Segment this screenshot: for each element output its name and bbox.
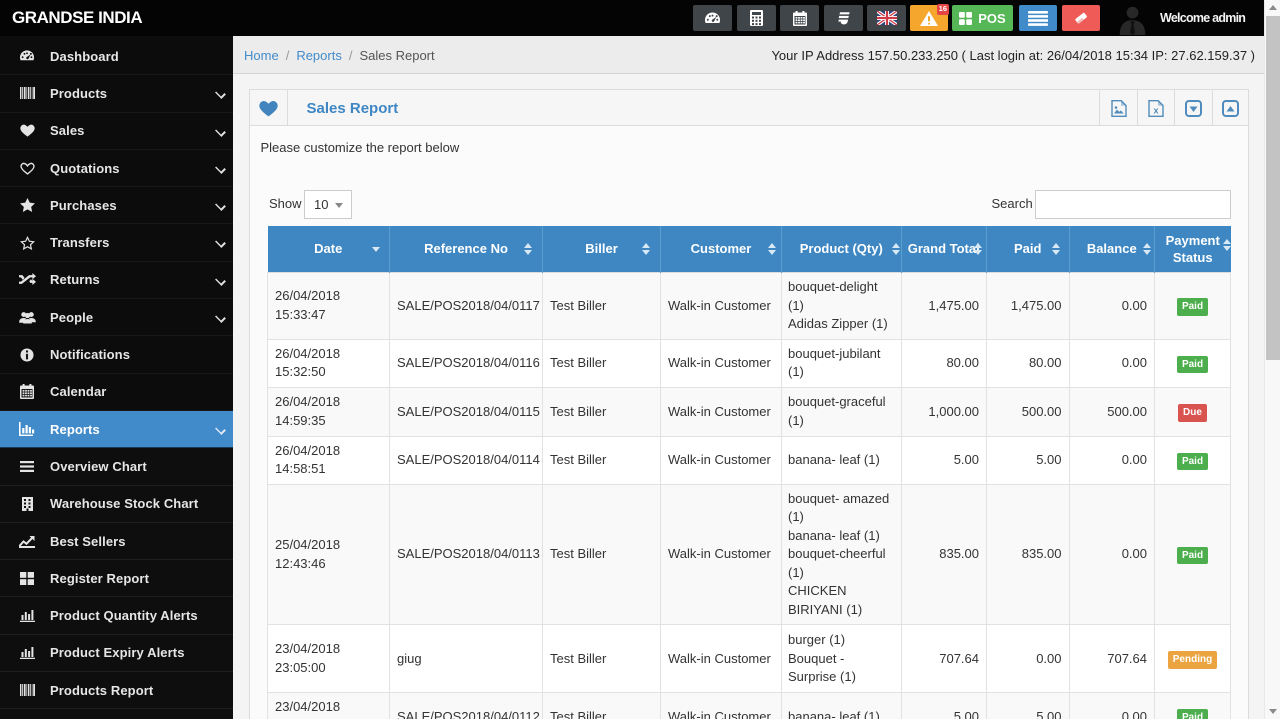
svg-text:x: x [1154, 105, 1159, 115]
